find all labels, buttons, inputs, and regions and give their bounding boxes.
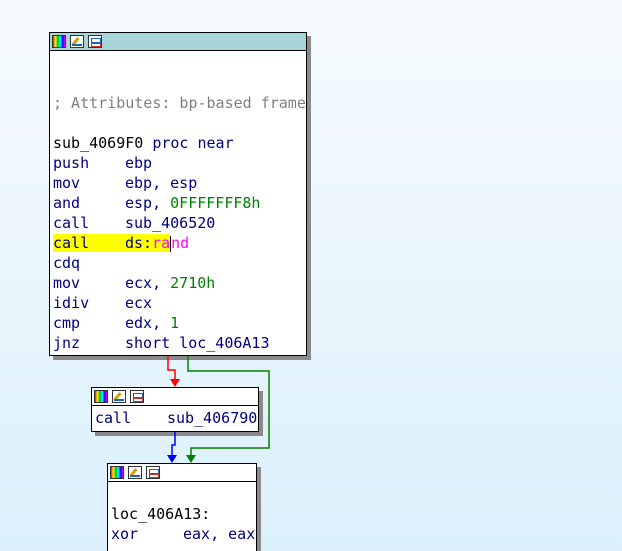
node-code[interactable]: loc_406A13: xor eax, eax bbox=[108, 482, 256, 544]
asm-line[interactable]: jnz short loc_406A13 bbox=[53, 333, 303, 353]
node-code[interactable]: call sub_406790 bbox=[92, 406, 258, 428]
edge-flow-arrow bbox=[167, 455, 177, 463]
edge-false-arrow bbox=[170, 379, 180, 387]
node-code[interactable]: ; Attributes: bp-based frame sub_4069F0 … bbox=[50, 51, 306, 353]
color-palette-icon[interactable] bbox=[52, 35, 66, 48]
asm-line[interactable]: mov ecx, 2710h bbox=[53, 273, 303, 293]
graph-node-sub_4069F0[interactable]: ; Attributes: bp-based frame sub_4069F0 … bbox=[49, 32, 307, 356]
graph-node-loc_406A13[interactable]: loc_406A13: xor eax, eax bbox=[107, 463, 257, 551]
edge-true-arrow bbox=[186, 455, 196, 463]
proc-keyword: proc near bbox=[152, 134, 234, 152]
asm-line[interactable]: mov ebp, esp bbox=[53, 173, 303, 193]
graph-node-call-sub_406790[interactable]: call sub_406790 bbox=[91, 387, 259, 432]
asm-line[interactable]: xor eax, eax bbox=[111, 524, 255, 544]
graph-icon[interactable] bbox=[88, 35, 102, 48]
proc-name[interactable]: sub_4069F0 bbox=[53, 134, 143, 152]
edge-flow bbox=[171, 432, 176, 456]
location-label[interactable]: loc_406A13: bbox=[111, 504, 253, 524]
edit-icon[interactable] bbox=[70, 35, 84, 48]
edge-false bbox=[167, 356, 176, 380]
comment-line: ; Attributes: bp-based frame bbox=[53, 94, 306, 112]
proc-line[interactable]: sub_4069F0 proc near bbox=[53, 133, 303, 153]
asm-line[interactable]: cdq bbox=[53, 253, 303, 273]
asm-line[interactable]: call sub_406520 bbox=[53, 213, 303, 233]
edit-icon[interactable] bbox=[112, 390, 126, 403]
asm-line[interactable]: cmp edx, 1 bbox=[53, 313, 303, 333]
edit-icon[interactable] bbox=[128, 466, 142, 479]
asm-line[interactable]: push ebp bbox=[53, 153, 303, 173]
node-header bbox=[50, 33, 306, 51]
asm-line[interactable]: and esp, 0FFFFFFF8h bbox=[53, 193, 303, 213]
graph-icon[interactable] bbox=[130, 390, 144, 403]
asm-line[interactable]: call sub_406790 bbox=[95, 408, 257, 428]
color-palette-icon[interactable] bbox=[110, 466, 124, 479]
graph-icon[interactable] bbox=[146, 466, 160, 479]
node-header bbox=[92, 388, 258, 406]
asm-line[interactable]: idiv ecx bbox=[53, 293, 303, 313]
asm-line-selected[interactable]: call ds:rand bbox=[53, 233, 303, 253]
node-header bbox=[108, 464, 256, 482]
color-palette-icon[interactable] bbox=[94, 390, 108, 403]
